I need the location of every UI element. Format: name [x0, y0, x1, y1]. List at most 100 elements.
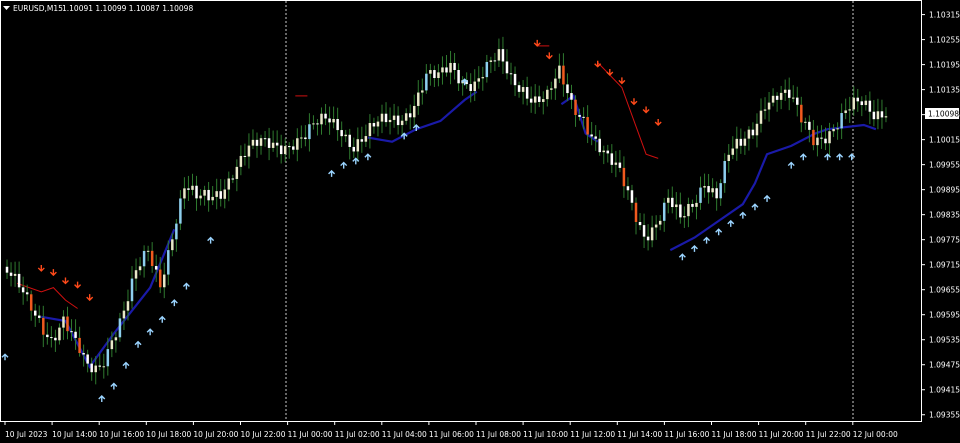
candle-body	[404, 113, 408, 121]
candle-body	[695, 202, 698, 207]
candle-body	[211, 196, 214, 201]
candle-body	[779, 92, 783, 100]
candle-body	[263, 138, 267, 140]
candle-body	[497, 49, 501, 61]
candle-body	[368, 123, 372, 137]
candle-body	[114, 337, 118, 341]
candle	[529, 86, 533, 113]
y-tick-label: 1.10195	[929, 61, 960, 70]
buy-arrow	[727, 219, 735, 227]
candle	[396, 106, 400, 135]
candle-body	[86, 354, 89, 364]
buy-arrow	[364, 153, 372, 161]
candle	[856, 88, 860, 112]
candle-body	[654, 224, 658, 228]
candle	[9, 262, 13, 287]
candle-body	[719, 183, 722, 199]
candle-body	[598, 138, 601, 153]
candle	[227, 171, 231, 202]
candle	[380, 104, 384, 134]
candle-body	[723, 161, 726, 184]
candle	[699, 176, 702, 210]
candle	[344, 129, 347, 143]
candle	[199, 189, 202, 206]
candle-body	[570, 93, 573, 100]
x-tick-label: 11 Jul 10:00	[523, 430, 568, 439]
candle	[259, 134, 263, 155]
candle-body	[187, 188, 190, 190]
buy-arrow	[134, 340, 142, 348]
candle	[554, 68, 557, 100]
candle-body	[860, 101, 864, 106]
candle-body	[658, 220, 662, 225]
candle-body	[429, 70, 432, 74]
candle	[836, 122, 839, 140]
candle-body	[255, 139, 259, 146]
candle-body	[400, 120, 404, 126]
sell-arrow	[630, 98, 638, 106]
candle	[654, 215, 658, 240]
candle-body	[300, 137, 303, 139]
candle	[320, 107, 323, 135]
candle-body	[352, 146, 356, 152]
candle-body	[626, 186, 630, 191]
candle-body	[739, 138, 743, 146]
candle	[183, 177, 186, 209]
candle	[590, 121, 593, 146]
triangle-down-icon[interactable]	[3, 6, 10, 10]
y-tick-label: 1.09355	[929, 411, 960, 420]
candle	[300, 125, 303, 149]
candle-body	[513, 73, 517, 86]
price-chart[interactable]: 1.103151.102551.101951.101351.100751.100…	[0, 0, 960, 443]
candle-body	[118, 318, 122, 338]
candle	[537, 85, 541, 108]
candle	[767, 91, 771, 122]
candle	[546, 85, 549, 107]
candle	[634, 197, 638, 235]
candle-body	[550, 88, 553, 90]
upper-band-line	[16, 282, 78, 309]
candle-body	[267, 138, 271, 148]
candle-body	[453, 62, 456, 70]
buy-arrow	[122, 361, 130, 369]
x-tick-label: 12 Jul 00:00	[853, 430, 898, 439]
candle	[687, 197, 690, 228]
x-tick-label: 11 Jul 06:00	[429, 430, 474, 439]
candle	[727, 144, 730, 173]
buy-arrow	[763, 194, 771, 202]
candle	[5, 259, 9, 279]
candle-body	[509, 73, 513, 75]
buy-arrow	[340, 161, 348, 169]
candle	[348, 128, 351, 160]
candle	[267, 127, 271, 161]
sell-arrow	[74, 281, 82, 289]
candle	[191, 173, 194, 196]
y-tick-label: 1.09595	[929, 311, 960, 320]
candle	[215, 178, 218, 210]
sell-arrow	[618, 77, 626, 85]
x-tick-label: 11 Jul 04:00	[382, 430, 427, 439]
candle	[288, 142, 291, 159]
buy-arrow	[98, 395, 106, 402]
candle-body	[243, 155, 247, 157]
candle	[695, 194, 698, 220]
candle	[203, 185, 206, 206]
ohlc-readout: 1.10091 1.10099 1.10087 1.10098	[62, 4, 193, 13]
candle	[808, 115, 811, 143]
candle	[425, 64, 428, 94]
x-tick-label: 10 Jul 22:00	[241, 430, 286, 439]
candle-body	[336, 118, 339, 131]
candle	[755, 113, 759, 148]
candle-body	[791, 97, 795, 99]
candle-body	[90, 363, 93, 373]
candle	[207, 181, 210, 212]
candle-body	[505, 61, 509, 74]
candle	[219, 179, 222, 207]
candle	[122, 301, 126, 330]
candle	[437, 64, 440, 87]
candle-body	[283, 146, 287, 155]
current-price-label: 1.10098	[928, 110, 959, 119]
candle-body	[215, 191, 218, 197]
candle-body	[533, 96, 537, 103]
candle	[779, 85, 783, 110]
